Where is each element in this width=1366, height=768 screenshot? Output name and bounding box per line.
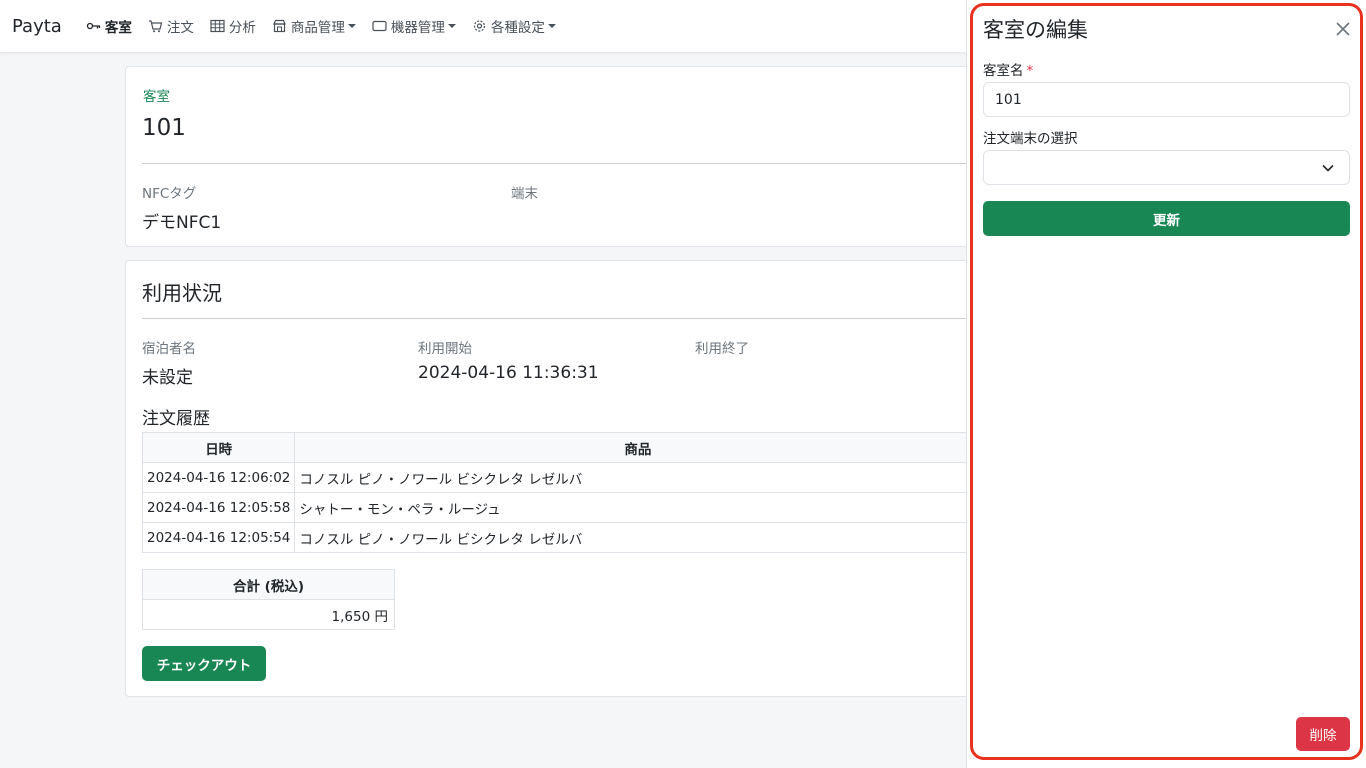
panel-title: 客室の編集 — [983, 18, 1088, 42]
order-product: コノスル ピノ・ノワール ビシクレタ レゼルバ — [294, 522, 982, 553]
room-name-label-text: 客室名 — [983, 63, 1024, 79]
nav-label: 客室 — [104, 20, 132, 36]
update-button[interactable]: 更新 — [983, 201, 1350, 236]
nfc-label: NFCタグ — [142, 186, 197, 202]
table-row: 2024-04-16 12:06:02 コノスル ピノ・ノワール ビシクレタ レ… — [141, 462, 982, 493]
divider — [142, 318, 984, 319]
chevron-down-icon — [347, 24, 356, 28]
chevron-down-icon — [547, 24, 556, 28]
terminal-label: 端末 — [511, 186, 538, 202]
brand-logo[interactable]: Payta — [12, 16, 62, 37]
start-value: 2024-04-16 11:36:31 — [418, 363, 599, 383]
checkout-button[interactable]: チェックアウト — [142, 646, 266, 681]
start-label: 利用開始 — [418, 341, 472, 357]
nfc-value: デモNFC1 — [142, 213, 222, 233]
room-name-label: 客室名 * — [983, 59, 1033, 79]
nav-label: 分析 — [228, 20, 256, 36]
nav-label: 商品管理 — [290, 20, 345, 36]
room-section-label: 客室 — [143, 89, 170, 105]
nav-item-products[interactable]: 商品管理 — [272, 16, 356, 36]
nav-item-devices[interactable]: 機器管理 — [372, 16, 456, 36]
cart-icon — [148, 19, 163, 33]
nav-item-rooms[interactable]: 客室 — [86, 16, 132, 36]
usage-title: 利用状況 — [142, 281, 222, 305]
order-history-title: 注文履歴 — [142, 409, 210, 429]
room-number: 101 — [142, 115, 186, 141]
table-row: 2024-04-16 12:05:58 シャトー・モン・ペラ・ルージュ — [141, 492, 982, 523]
nav-item-orders[interactable]: 注文 — [148, 16, 194, 36]
column-header: 日時 — [141, 432, 296, 463]
nav-item-analytics[interactable]: 分析 — [210, 16, 256, 36]
order-product: コノスル ピノ・ノワール ビシクレタ レゼルバ — [294, 462, 982, 493]
tablet-icon — [372, 19, 387, 33]
required-mark: * — [1026, 63, 1034, 79]
key-icon — [86, 19, 101, 33]
nav-label: 各種設定 — [490, 20, 545, 36]
chevron-down-icon — [447, 24, 456, 28]
table-icon — [210, 19, 225, 33]
order-product: シャトー・モン・ペラ・ルージュ — [294, 492, 982, 523]
room-name-input[interactable] — [983, 82, 1350, 117]
terminal-select[interactable] — [983, 150, 1350, 185]
shop-icon — [272, 19, 287, 33]
close-button[interactable] — [1332, 18, 1354, 40]
nav-item-settings[interactable]: 各種設定 — [472, 16, 556, 36]
divider — [142, 163, 984, 164]
room-card: 客室 101 NFCタグ デモNFC1 端末 — [125, 66, 985, 247]
close-icon — [1336, 22, 1350, 36]
terminal-select-label: 注文端末の選択 — [983, 131, 1078, 147]
column-header: 商品 — [294, 432, 982, 463]
order-datetime: 2024-04-16 12:05:54 — [141, 522, 296, 553]
nav-label: 機器管理 — [390, 20, 445, 36]
end-label: 利用終了 — [695, 341, 749, 357]
nav-label: 注文 — [166, 20, 194, 36]
usage-card: 利用状況 宿泊者名 未設定 利用開始 2024-04-16 11:36:31 利… — [125, 260, 985, 697]
order-datetime: 2024-04-16 12:06:02 — [141, 462, 296, 493]
total-value: 1,650 円 — [142, 599, 395, 630]
chevron-down-icon — [1322, 164, 1334, 172]
gear-icon — [472, 19, 487, 33]
table-row: 2024-04-16 12:05:54 コノスル ピノ・ノワール ビシクレタ レ… — [141, 522, 982, 553]
total-table: 合計 (税込) 1,650 円 — [142, 569, 395, 630]
guest-value: 未設定 — [142, 368, 193, 388]
total-label: 合計 (税込) — [142, 569, 395, 600]
order-history-table: 日時 商品 2024-04-16 12:06:02 コノスル ピノ・ノワール ビ… — [141, 432, 982, 553]
order-datetime: 2024-04-16 12:05:58 — [141, 492, 296, 523]
guest-label: 宿泊者名 — [142, 341, 196, 357]
delete-button[interactable]: 削除 — [1296, 717, 1350, 751]
